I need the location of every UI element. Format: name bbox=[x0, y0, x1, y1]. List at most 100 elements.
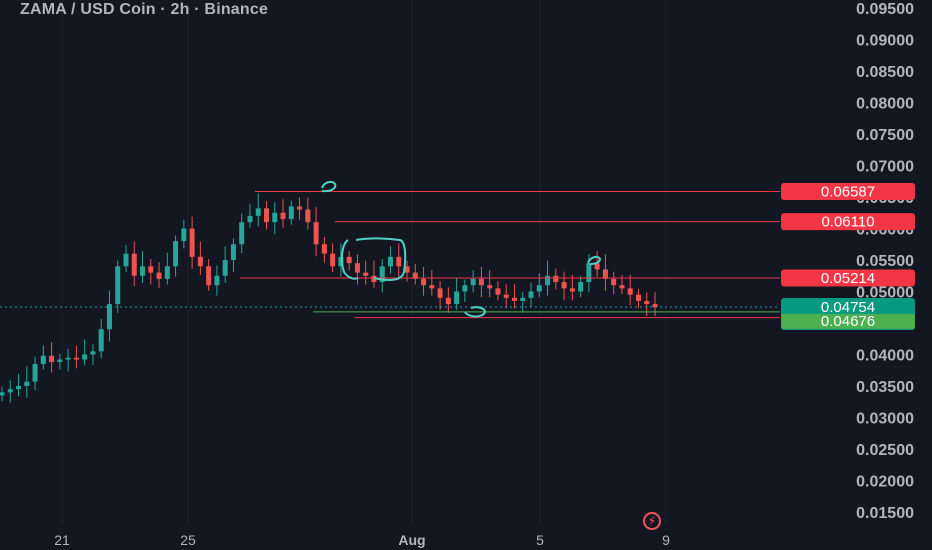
candle-body bbox=[131, 253, 137, 276]
candle-body bbox=[255, 208, 261, 216]
vertical-grid bbox=[61, 0, 667, 525]
candle-body bbox=[569, 288, 575, 292]
candle-body bbox=[239, 222, 245, 245]
y-tick-label: 0.01500 bbox=[856, 505, 914, 522]
time-axis[interactable]: 21 25 Aug 5 9 bbox=[54, 532, 670, 548]
candle-body bbox=[297, 206, 303, 210]
y-tick-label: 0.03000 bbox=[856, 411, 914, 428]
candle-body bbox=[288, 206, 294, 220]
candle-body bbox=[123, 253, 129, 267]
candle-body bbox=[586, 263, 592, 283]
candle-body bbox=[313, 222, 319, 245]
candle-body bbox=[247, 215, 253, 223]
candle-body bbox=[222, 260, 228, 276]
candle-body bbox=[503, 294, 509, 298]
candle-body bbox=[280, 212, 286, 220]
candle-body bbox=[73, 357, 79, 360]
candle-body bbox=[230, 244, 236, 260]
candle-body bbox=[462, 285, 468, 292]
x-tick-label: 5 bbox=[536, 532, 544, 548]
y-tick-label: 0.05500 bbox=[856, 253, 914, 270]
y-tick-label: 0.09000 bbox=[856, 33, 914, 50]
y-tick-label: 0.04000 bbox=[856, 348, 914, 365]
candle-body bbox=[528, 291, 534, 298]
candle-body bbox=[164, 266, 170, 279]
candle-body bbox=[495, 288, 501, 295]
candle-body bbox=[487, 285, 493, 289]
candle-body bbox=[189, 228, 195, 257]
candle-body bbox=[16, 386, 22, 390]
candle-body bbox=[363, 272, 369, 276]
candle-body bbox=[545, 275, 551, 286]
price-level-tag: 0.06110 bbox=[821, 214, 874, 231]
candle-body bbox=[536, 285, 542, 292]
candle-body bbox=[90, 351, 96, 355]
candle-body bbox=[156, 272, 162, 279]
y-tick-label: 0.08000 bbox=[856, 96, 914, 113]
y-tick-label: 0.02500 bbox=[856, 442, 914, 459]
candle-body bbox=[387, 256, 393, 267]
candle-body bbox=[478, 278, 484, 286]
support-tag: 0.04676 bbox=[821, 313, 875, 330]
y-tick-label: 0.02000 bbox=[856, 474, 914, 491]
candle-body bbox=[106, 304, 112, 330]
x-tick-label: 25 bbox=[180, 532, 196, 548]
y-tick-label: 0.09500 bbox=[856, 1, 914, 18]
candle-body bbox=[264, 208, 270, 223]
candle-body bbox=[346, 256, 352, 264]
candle-body bbox=[140, 266, 146, 276]
candle-body bbox=[24, 381, 30, 386]
candle-body bbox=[578, 282, 584, 292]
candle-body bbox=[619, 285, 625, 289]
candle-body bbox=[32, 363, 38, 382]
candle-body bbox=[115, 266, 121, 305]
candle-body bbox=[511, 297, 517, 301]
candlestick-series bbox=[0, 193, 658, 403]
candle-body bbox=[181, 228, 187, 242]
candle-body bbox=[421, 278, 427, 286]
price-axis[interactable]: 0.09500 0.09000 0.08500 0.08000 0.07500 0.070… bbox=[856, 1, 914, 522]
candle-body bbox=[206, 266, 212, 286]
candle-body bbox=[65, 357, 71, 360]
candle-body bbox=[644, 300, 650, 305]
candle-body bbox=[454, 291, 460, 305]
candle-body bbox=[0, 392, 5, 396]
price-chart[interactable]: 0.09500 0.09000 0.08500 0.08000 0.07500 0.070… bbox=[0, 0, 932, 550]
candle-body bbox=[429, 285, 435, 289]
flash-icon[interactable]: ⚡ bbox=[643, 512, 661, 530]
candle-body bbox=[602, 269, 608, 279]
candle-body bbox=[445, 297, 451, 305]
y-tick-label: 0.08500 bbox=[856, 64, 914, 81]
candle-body bbox=[173, 241, 179, 267]
y-tick-label: 0.07000 bbox=[856, 159, 914, 176]
y-tick-label: 0.03500 bbox=[856, 379, 914, 396]
x-tick-label: 21 bbox=[54, 532, 70, 548]
candle-body bbox=[627, 288, 633, 295]
candle-body bbox=[57, 359, 63, 363]
x-tick-label: 9 bbox=[662, 532, 670, 548]
candle-body bbox=[330, 253, 336, 267]
annotation-top-circle bbox=[321, 180, 337, 193]
candle-body bbox=[305, 209, 311, 223]
candle-body bbox=[197, 256, 203, 267]
chart-title: ZAMA / USD Coin · 2h · Binance bbox=[20, 1, 269, 18]
candle-body bbox=[272, 212, 278, 223]
price-level-tag: 0.06587 bbox=[821, 184, 875, 201]
candle-body bbox=[98, 329, 104, 352]
candle-body bbox=[321, 244, 327, 254]
candle-body bbox=[82, 354, 88, 360]
candle-body bbox=[354, 263, 360, 273]
price-level-tag: 0.05214 bbox=[821, 270, 875, 287]
candle-body bbox=[635, 294, 641, 301]
candle-body bbox=[40, 355, 46, 364]
drawing-annotations bbox=[321, 180, 602, 318]
x-tick-label: Aug bbox=[398, 532, 425, 548]
y-tick-label: 0.07500 bbox=[856, 127, 914, 144]
candle-body bbox=[437, 288, 443, 298]
candle-body bbox=[561, 282, 567, 289]
candle-body bbox=[49, 355, 55, 363]
candle-body bbox=[7, 389, 13, 393]
annotation-right-peak bbox=[587, 255, 602, 265]
candle-body bbox=[520, 297, 526, 301]
candle-body bbox=[214, 275, 220, 286]
